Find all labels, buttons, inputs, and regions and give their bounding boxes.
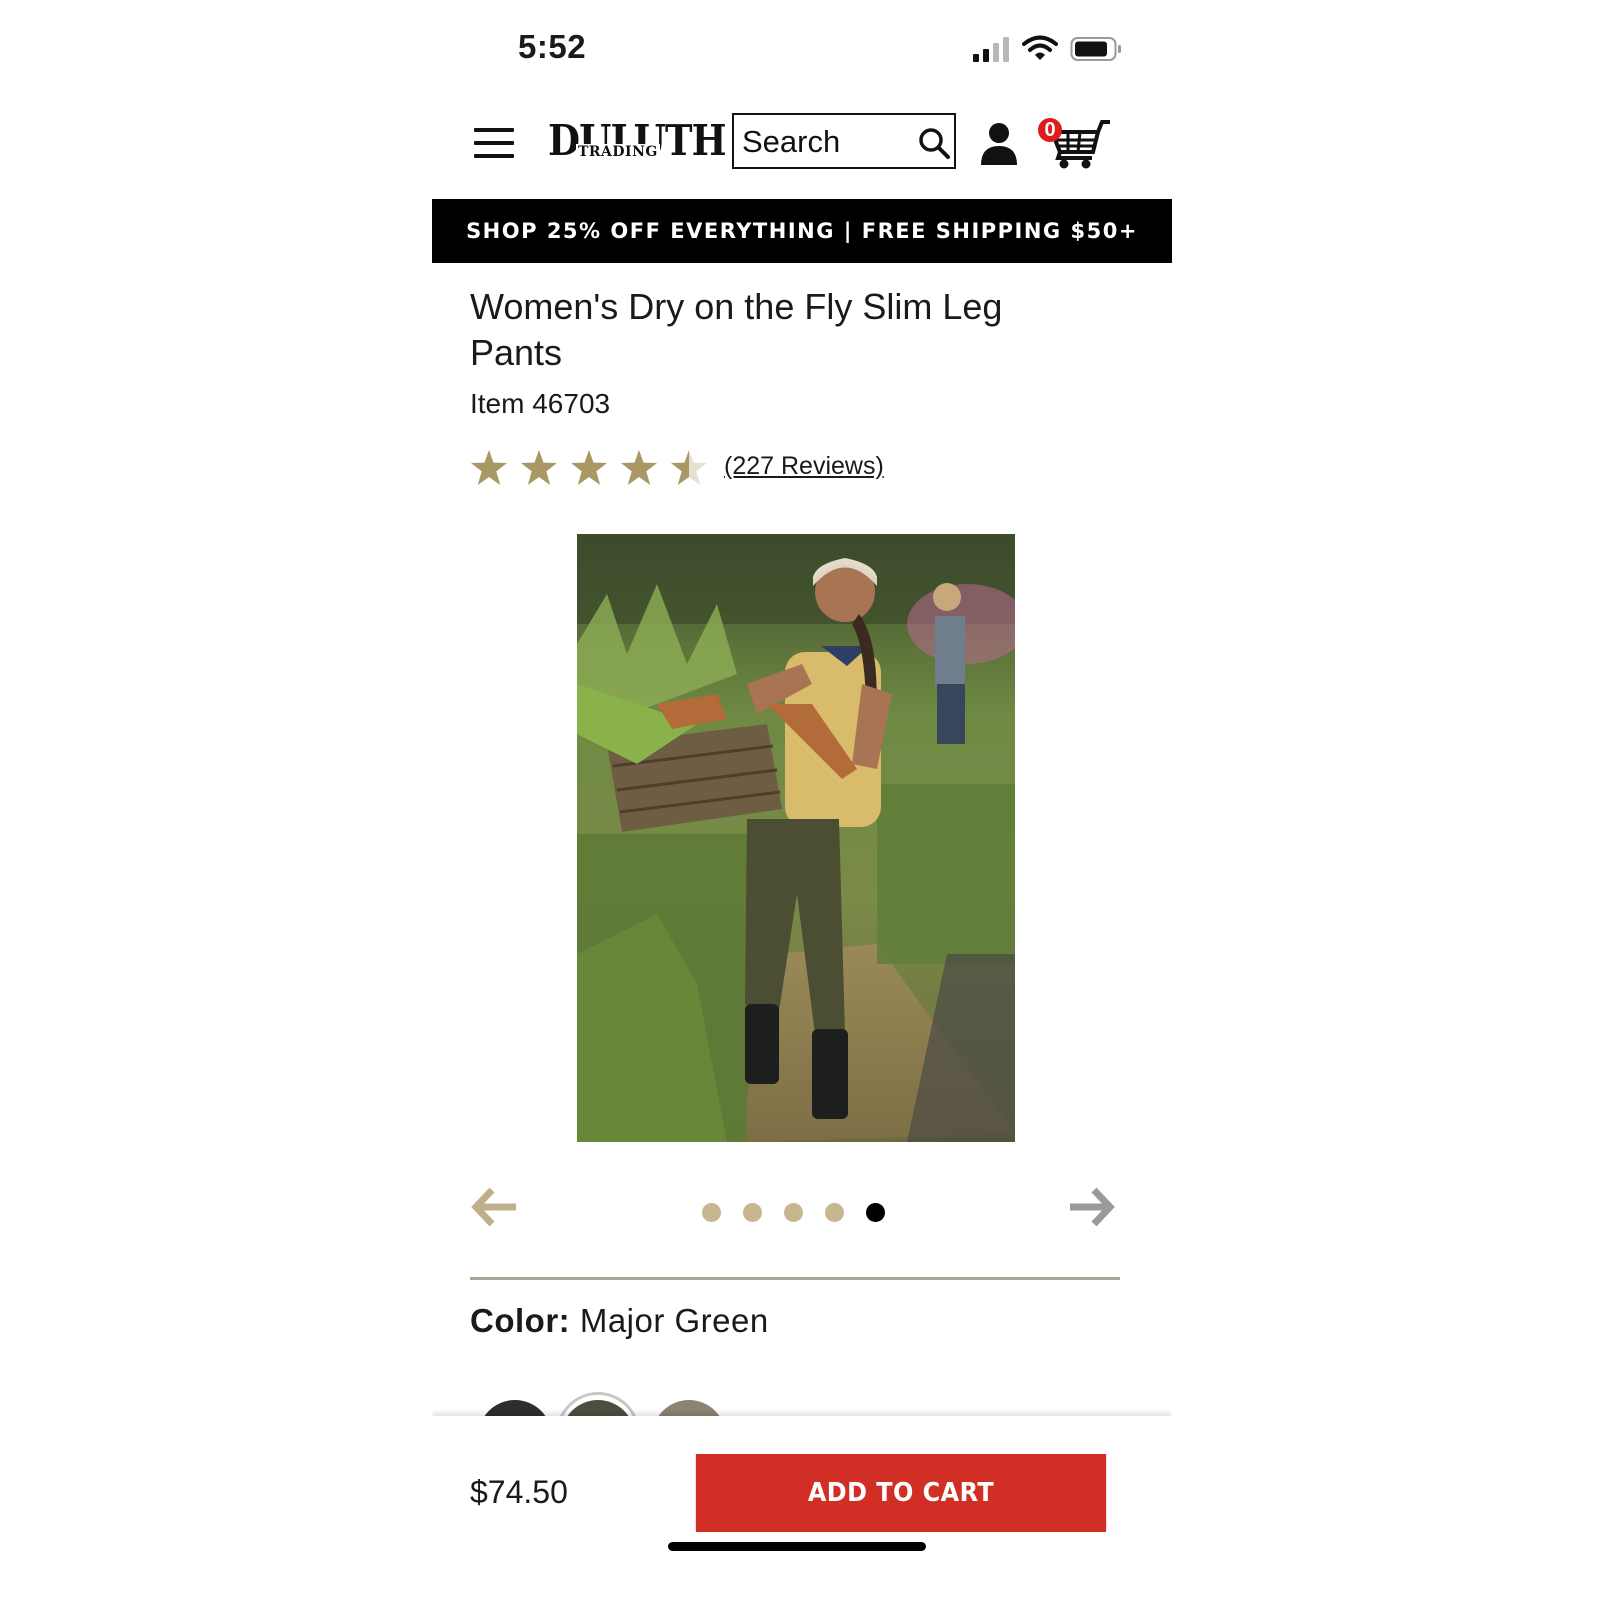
- arrow-right-icon[interactable]: [1068, 1186, 1116, 1228]
- product-title: Women's Dry on the Fly Slim Leg Pants: [470, 286, 1003, 373]
- half-star-icon: [671, 450, 707, 485]
- sticky-cart-bar: $74.50 ADD TO CART: [432, 1416, 1172, 1600]
- star-icon: [621, 450, 657, 485]
- carousel-dot[interactable]: [784, 1203, 803, 1222]
- product-photo[interactable]: [577, 534, 1015, 1142]
- carousel-dot[interactable]: [743, 1203, 762, 1222]
- account-icon[interactable]: [980, 122, 1018, 166]
- cart-count-badge: 0: [1038, 118, 1062, 142]
- carousel-dot[interactable]: [702, 1203, 721, 1222]
- battery-icon: [1070, 37, 1121, 61]
- star-icon: [521, 450, 557, 485]
- search-bar: [732, 113, 956, 169]
- product-price: $74.50: [470, 1474, 568, 1510]
- item-number: Item 46703: [470, 388, 611, 419]
- phone-screen: 5:52 DULUTH TRADING Search 0 SHOP 25% OF…: [432, 0, 1172, 1600]
- search-input[interactable]: [742, 124, 907, 160]
- section-divider: [470, 1277, 1120, 1280]
- star-icon: [471, 450, 507, 485]
- cellular-signal-icon: [973, 37, 1009, 62]
- duluth-logo[interactable]: DULUTH TRADING: [548, 120, 727, 172]
- arrow-left-icon[interactable]: [470, 1186, 518, 1228]
- carousel-dot-active[interactable]: [866, 1203, 885, 1222]
- add-to-cart-button[interactable]: ADD TO CART: [695, 1454, 1107, 1532]
- hamburger-menu-icon[interactable]: [474, 128, 514, 162]
- color-value: Major Green: [579, 1302, 769, 1339]
- wifi-icon: [1022, 35, 1058, 60]
- reviews-link[interactable]: (227 Reviews): [724, 452, 884, 481]
- logo-sub-text: TRADING: [576, 144, 660, 160]
- carousel-pagination: [702, 1203, 902, 1225]
- color-selection: Color: Major Green: [470, 1302, 769, 1340]
- star-rating[interactable]: [470, 448, 720, 488]
- status-time: 5:52: [518, 28, 587, 65]
- cart-button[interactable]: 0: [1038, 118, 1112, 170]
- color-label: Color:: [470, 1302, 571, 1339]
- home-indicator[interactable]: [668, 1542, 926, 1551]
- promo-banner[interactable]: SHOP 25% OFF EVERYTHING | FREE SHIPPING …: [432, 199, 1172, 263]
- star-icon: [571, 450, 607, 485]
- carousel-dot[interactable]: [825, 1203, 844, 1222]
- search-icon[interactable]: [918, 127, 950, 159]
